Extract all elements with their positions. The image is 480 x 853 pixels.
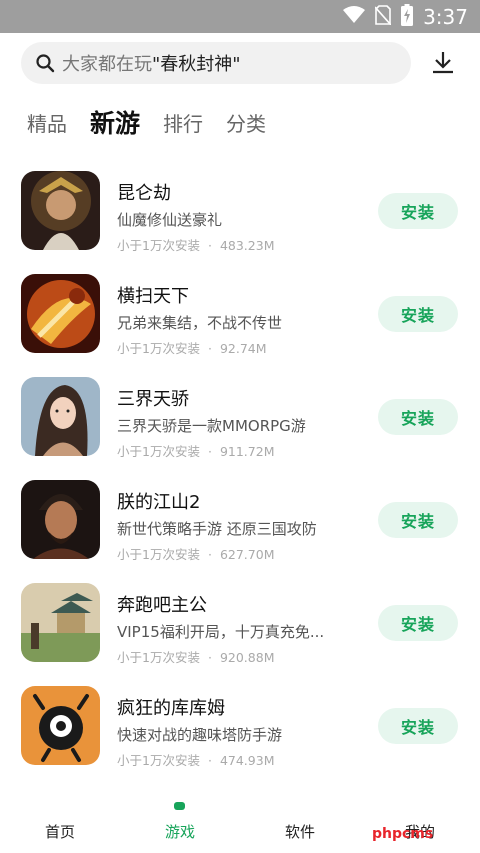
- tab-featured[interactable]: 精品: [27, 104, 67, 144]
- game-meta: 小于1万次安装 · 911.72M: [117, 441, 274, 460]
- game-description: VIP15福利开局，十万真充免...: [117, 623, 325, 641]
- game-title: 昆仑劫: [117, 183, 171, 204]
- bottom-nav: 首页 游戏 软件 我的: [0, 795, 480, 853]
- list-item[interactable]: 横扫天下 兄弟来集结，不战不传世 小于1万次安装 · 92.74M 安装: [0, 264, 480, 367]
- game-icon-sanjietianjiao: [21, 377, 100, 456]
- list-item[interactable]: 疯狂的库库姆 快速对战的趣味塔防手游 小于1万次安装 · 474.93M 安装: [0, 676, 480, 779]
- game-title: 朕的江山2: [117, 492, 201, 513]
- search-icon: [34, 52, 56, 74]
- game-meta: 小于1万次安装 · 483.23M: [117, 235, 274, 254]
- list-item[interactable]: 昆仑劫 仙魔修仙送豪礼 小于1万次安装 · 483.23M 安装: [0, 161, 480, 264]
- status-icons: 3:37: [343, 4, 468, 30]
- game-icon-zhendejiangshan: [21, 480, 100, 559]
- no-sim-icon: [374, 5, 392, 29]
- battery-icon: [401, 4, 414, 30]
- wifi-icon: [343, 6, 366, 28]
- meta-separator: ·: [207, 753, 212, 768]
- install-button[interactable]: 安装: [378, 605, 458, 641]
- file-size: 483.23M: [219, 238, 275, 253]
- install-button[interactable]: 安装: [378, 296, 458, 332]
- install-count: 小于1万次安装: [117, 650, 200, 665]
- nav-label: 首页: [44, 823, 75, 841]
- watermark: phpcms: [372, 826, 434, 842]
- game-description: 新世代策略手游 还原三国攻防: [117, 520, 317, 538]
- gamepad-icon: [174, 802, 185, 810]
- install-count: 小于1万次安装: [117, 547, 200, 562]
- install-button[interactable]: 安装: [378, 193, 458, 229]
- nav-item-home[interactable]: 首页: [0, 795, 120, 853]
- search-input[interactable]: 大家都在玩"春秋封神": [21, 42, 411, 84]
- file-size: 911.72M: [219, 444, 275, 459]
- game-description: 三界天骄是一款MMORPG游: [117, 417, 306, 435]
- meta-separator: ·: [207, 650, 212, 665]
- meta-separator: ·: [207, 341, 212, 356]
- game-icon-kukumu: [21, 686, 100, 765]
- meta-separator: ·: [207, 444, 212, 459]
- game-description: 快速对战的趣味塔防手游: [117, 726, 283, 744]
- meta-separator: ·: [207, 238, 212, 253]
- file-size: 920.88M: [219, 650, 275, 665]
- status-time: 3:37: [423, 5, 468, 29]
- nav-item-games[interactable]: 游戏: [120, 795, 240, 853]
- search-placeholder: 大家都在玩"春秋封神": [62, 50, 241, 76]
- nav-label: 软件: [284, 823, 315, 841]
- tab-ranking[interactable]: 排行: [163, 104, 203, 144]
- file-size: 627.70M: [219, 547, 275, 562]
- list-item[interactable]: 奔跑吧主公 VIP15福利开局，十万真充免... 小于1万次安装 · 920.88M…: [0, 573, 480, 676]
- tab-categories[interactable]: 分类: [226, 104, 266, 144]
- game-title: 三界天骄: [117, 389, 189, 410]
- tab-new-games[interactable]: 新游: [90, 104, 140, 144]
- game-icon-kunlunjie: [21, 171, 100, 250]
- game-list: 昆仑劫 仙魔修仙送豪礼 小于1万次安装 · 483.23M 安装 横扫天下 兄弟来集…: [0, 161, 480, 779]
- install-count: 小于1万次安装: [117, 238, 200, 253]
- install-count: 小于1万次安装: [117, 753, 200, 768]
- list-item[interactable]: 三界天骄 三界天骄是一款MMORPG游 小于1万次安装 · 911.72M 安装: [0, 367, 480, 470]
- install-count: 小于1万次安装: [117, 341, 200, 356]
- list-item[interactable]: 朕的江山2 新世代策略手游 还原三国攻防 小于1万次安装 · 627.70M 安装: [0, 470, 480, 573]
- game-title: 奔跑吧主公: [117, 595, 207, 616]
- game-description: 兄弟来集结，不战不传世: [117, 314, 283, 332]
- search-row: 大家都在玩"春秋封神": [0, 33, 480, 95]
- game-title: 横扫天下: [117, 286, 189, 307]
- game-meta: 小于1万次安装 · 92.74M: [117, 338, 267, 357]
- install-button[interactable]: 安装: [378, 399, 458, 435]
- status-bar: 3:37: [0, 0, 480, 33]
- game-title: 疯狂的库库姆: [117, 698, 225, 719]
- search-prefix: 大家都在玩: [62, 54, 152, 75]
- game-meta: 小于1万次安装 · 474.93M: [117, 750, 274, 769]
- nav-item-mine[interactable]: 我的: [360, 795, 480, 853]
- game-meta: 小于1万次安装 · 627.70M: [117, 544, 274, 563]
- nav-item-software[interactable]: 软件: [240, 795, 360, 853]
- install-button[interactable]: 安装: [378, 708, 458, 744]
- category-tabs: 精品 新游 排行 分类: [27, 104, 289, 144]
- file-size: 92.74M: [219, 341, 267, 356]
- install-button[interactable]: 安装: [378, 502, 458, 538]
- meta-separator: ·: [207, 547, 212, 562]
- install-count: 小于1万次安装: [117, 444, 200, 459]
- search-keyword: "春秋封神": [152, 54, 241, 75]
- game-icon-benpaobazhugong: [21, 583, 100, 662]
- nav-label: 游戏: [164, 823, 195, 841]
- download-button[interactable]: [428, 50, 458, 78]
- download-icon: [431, 50, 455, 78]
- file-size: 474.93M: [219, 753, 275, 768]
- game-icon-hengsaotianxia: [21, 274, 100, 353]
- game-description: 仙魔修仙送豪礼: [117, 211, 223, 229]
- game-meta: 小于1万次安装 · 920.88M: [117, 647, 274, 666]
